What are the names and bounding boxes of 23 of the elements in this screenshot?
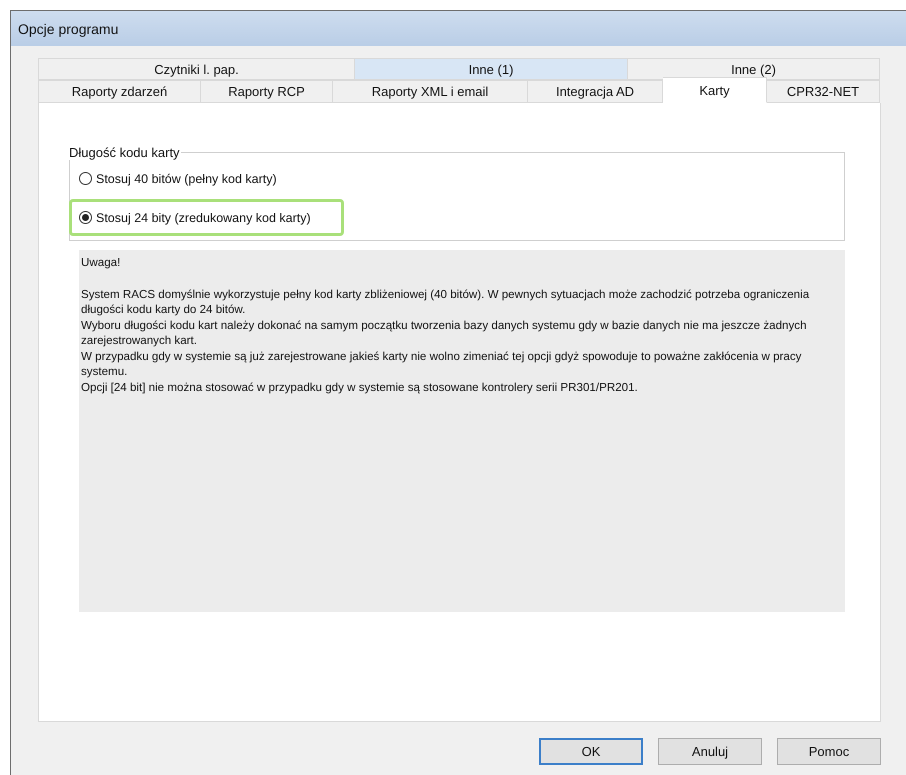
dialog-button[interactable]: OK (539, 738, 643, 765)
tab[interactable]: Inne (1) (355, 58, 628, 80)
tab[interactable]: Raporty RCP (201, 80, 333, 103)
note-text: System RACS domyślnie wykorzystuje pełny kod karty zbliżeniowej (40 bitów). W pewnych sytuacjach może zachodzić potrzeba ograniczenia długości kodu karty do 24 bitów. (81, 286, 810, 318)
tab[interactable]: Raporty zdarzeń (38, 80, 201, 103)
tab[interactable]: CPR32-NET (767, 80, 880, 103)
radio-option[interactable]: Stosuj 24 bity (zredukowany kod karty) (69, 199, 344, 236)
tab[interactable]: Integracja AD (528, 80, 663, 103)
window-title: Opcje programu (11, 11, 906, 46)
dialog-button[interactable]: Anuluj (658, 738, 762, 765)
radio-button[interactable] (79, 211, 92, 224)
tab[interactable]: Karty (663, 77, 767, 103)
radio-button[interactable] (79, 172, 92, 185)
note-heading: Uwaga! (81, 255, 122, 270)
tab[interactable]: Raporty XML i email (333, 80, 528, 103)
note-text: Opcji [24 bit] nie można stosować w przypadku gdy w systemie są stosowane kontrolery serii PR301/PR201. (81, 380, 639, 395)
tab[interactable]: Inne (2) (628, 58, 880, 80)
radio-option[interactable]: Stosuj 40 bitów (pełny kod karty) (69, 160, 310, 197)
group-label: Długość kodu karty (68, 145, 181, 160)
note-text: Wyboru długości kodu kart należy dokonać na samym początku tworzenia bazy danych systemu gdy w bazie danych nie ma jeszcze żadnych zarejestrowanych kart. (81, 318, 808, 348)
note-text: W przypadku gdy w systemie są już zarejestrowane jakieś karty nie wolno zimeniać tej opcji gdyż spowoduje to poważne zakłócenia w pracy systemu. (81, 348, 802, 380)
tab[interactable]: Czytniki l. pap. (38, 58, 355, 80)
dialog-button[interactable]: Pomoc (777, 738, 881, 765)
